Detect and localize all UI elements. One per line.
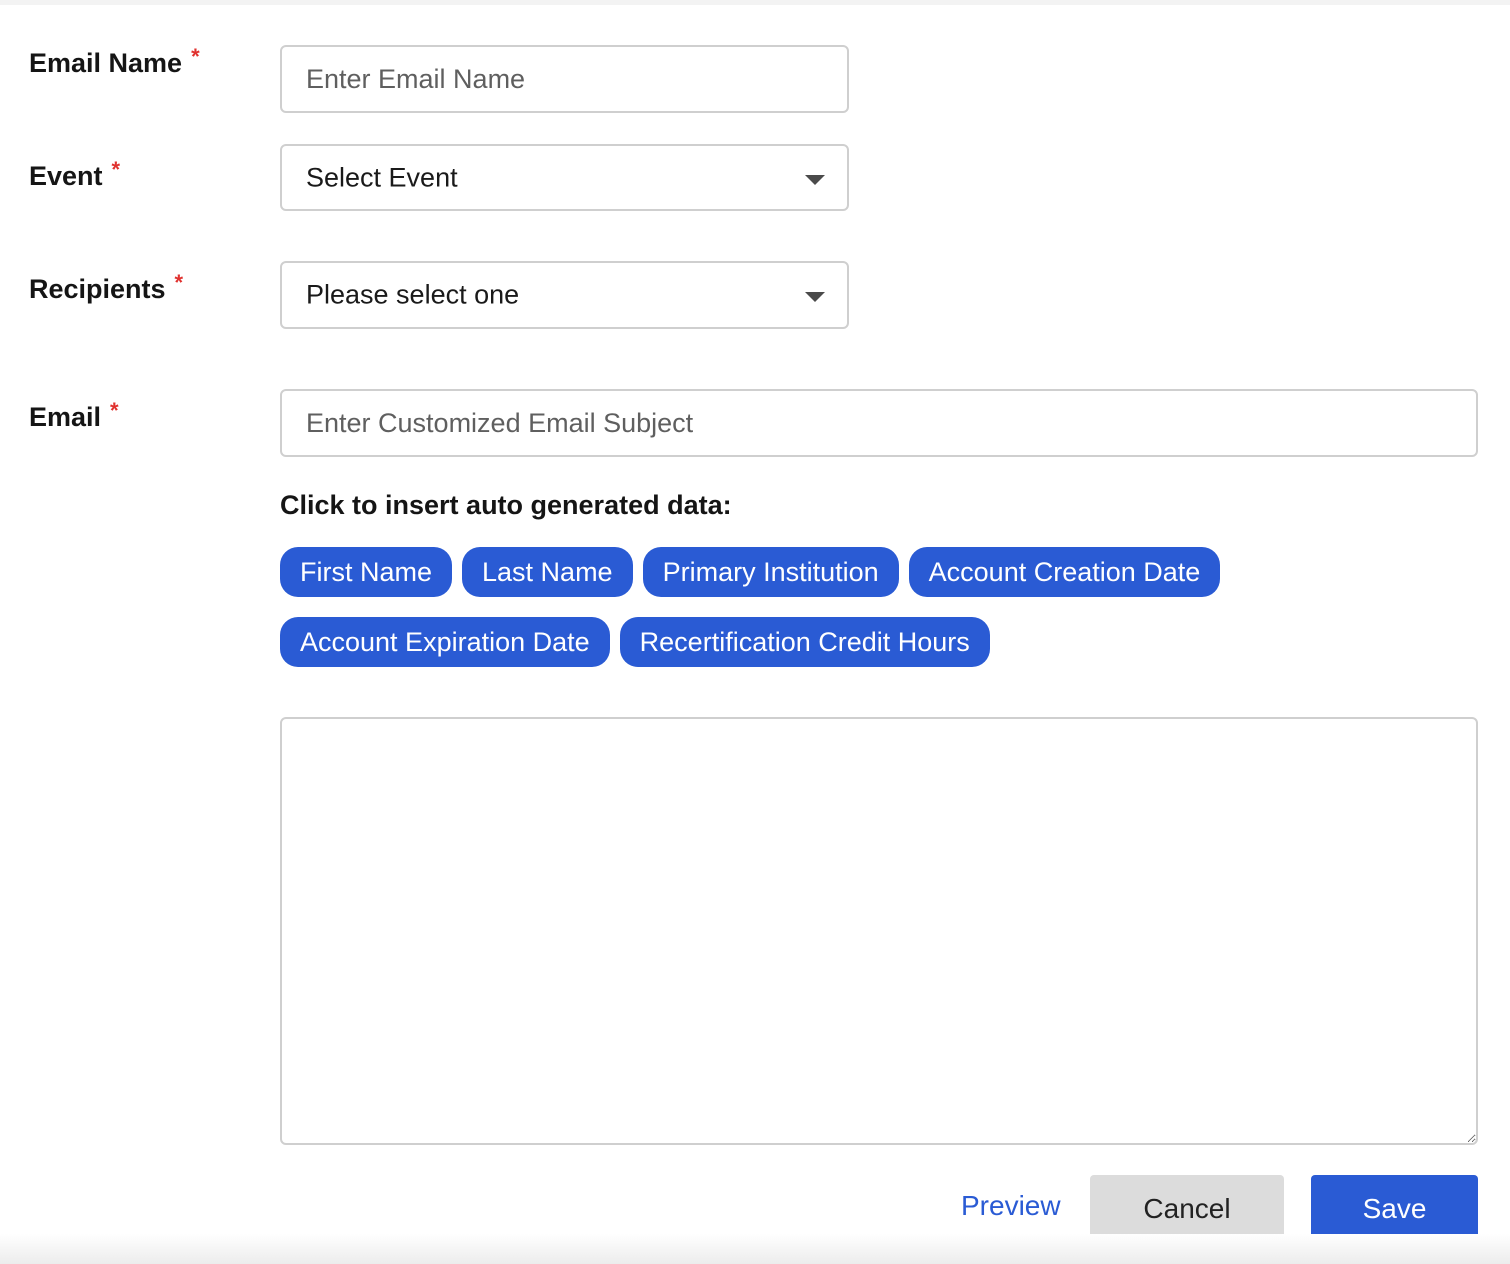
required-asterisk: * [174,270,184,295]
email-label-text: Email [29,402,102,432]
event-select[interactable]: Select Event [280,144,849,211]
event-label-text: Event [29,161,103,191]
event-select-value: Select Event [306,162,458,192]
token-primary-institution-button[interactable]: Primary Institution [642,547,899,597]
email-name-label: Email Name * [29,44,200,79]
save-button[interactable]: Save [1311,1175,1478,1243]
token-account-creation-date-button[interactable]: Account Creation Date [908,547,1221,597]
bottom-shadow [0,1234,1510,1264]
recipients-label: Recipients * [29,270,183,305]
top-divider [0,0,1510,5]
required-asterisk: * [110,398,119,423]
token-recertification-credit-hours-button[interactable]: Recertification Credit Hours [619,617,990,667]
recipients-select[interactable]: Please select one [280,261,849,329]
cancel-button[interactable]: Cancel [1090,1175,1284,1243]
email-label: Email * [29,398,119,433]
recipients-select-value: Please select one [306,279,520,310]
chevron-down-icon [805,174,825,185]
preview-link[interactable]: Preview [961,1190,1061,1222]
event-label: Event * [29,157,120,192]
required-asterisk: * [111,157,121,182]
token-account-expiration-date-button[interactable]: Account Expiration Date [280,617,610,667]
token-chip-list: First Name Last Name Primary Institution… [280,547,1380,667]
email-body-textarea[interactable] [280,717,1478,1145]
email-subject-input[interactable] [280,389,1478,457]
chevron-down-icon [805,292,825,302]
email-name-input[interactable] [280,45,849,113]
token-last-name-button[interactable]: Last Name [462,547,633,597]
token-first-name-button[interactable]: First Name [280,547,453,597]
required-asterisk: * [191,44,200,69]
recipients-label-text: Recipients [29,274,166,304]
insert-data-heading: Click to insert auto generated data: [280,490,732,520]
email-name-label-text: Email Name [29,48,183,78]
